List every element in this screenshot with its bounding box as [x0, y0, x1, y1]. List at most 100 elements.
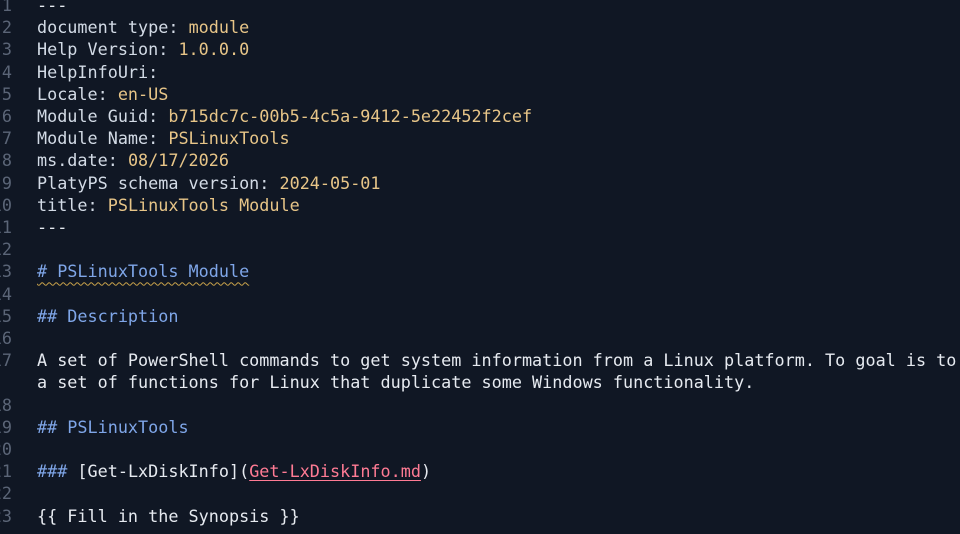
frontmatter-key: title:: [37, 194, 108, 215]
line-content[interactable]: HelpInfoUri:: [37, 61, 168, 83]
editor-line[interactable]: 15 ## Description: [0, 305, 960, 327]
line-number: 3: [0, 38, 12, 60]
line-number-text: 14: [0, 283, 12, 304]
line-number: 12: [0, 238, 12, 260]
line-number-text: 4: [1, 61, 12, 82]
line-number-text: 16: [0, 328, 12, 348]
editor-line[interactable]: 9 PlatyPS schema version: 2024-05-01: [0, 172, 960, 194]
code-text: a set of functions for Linux that duplic…: [37, 372, 755, 393]
line-number-text: 5: [1, 83, 12, 104]
markdown-heading: ## Description: [37, 305, 179, 326]
editor-line[interactable]: 6 Module Guid: b715dc7c-00b5-4c5a-9412-5e…: [0, 105, 960, 127]
line-number-text: 13: [0, 261, 12, 282]
frontmatter-key: Help Version:: [37, 39, 179, 60]
line-number-text: 9: [1, 172, 12, 193]
line-content[interactable]: document type: module: [37, 16, 249, 38]
code-text: ): [420, 461, 432, 482]
frontmatter-key: ms.date:: [37, 150, 128, 171]
editor-line[interactable]: 13 # PSLinuxTools Module: [0, 260, 960, 282]
code-text: [Get-LxDiskInfo](: [77, 461, 250, 482]
code-text: ---: [37, 0, 68, 15]
line-number-text: 6: [1, 106, 12, 126]
line-number-text: 10: [0, 194, 12, 215]
line-number: 10: [0, 194, 12, 216]
editor-line[interactable]: 7 Module Name: PSLinuxTools: [0, 127, 960, 149]
editor-line[interactable]: 17 A set of PowerShell commands to get sy…: [0, 349, 960, 371]
line-number-text: 18: [0, 394, 12, 415]
line-content[interactable]: a set of functions for Linux that duplic…: [37, 371, 754, 393]
frontmatter-value: 08/17/2026: [127, 150, 229, 171]
line-number: 6: [0, 105, 12, 127]
line-number-text: 2: [1, 17, 12, 38]
line-content[interactable]: ---: [37, 216, 67, 238]
line-number: 16: [0, 327, 12, 349]
editor-line[interactable]: 16: [0, 327, 960, 349]
editor-line[interactable]: 12: [0, 238, 960, 260]
editor-line[interactable]: 21 ### [Get-LxDiskInfo](Get-LxDiskInfo.md…: [0, 460, 960, 482]
line-content[interactable]: {{ Fill in the Synopsis }}: [37, 505, 300, 527]
line-content[interactable]: ---: [37, 0, 67, 16]
line-content[interactable]: Locale: en-US: [37, 83, 168, 105]
line-number-text: 12: [0, 239, 12, 260]
line-content[interactable]: Help Version: 1.0.0.0: [37, 38, 249, 60]
editor-line[interactable]: 1 ---: [0, 0, 960, 16]
markdown-link-url[interactable]: Get-LxDiskInfo.md: [249, 461, 421, 481]
frontmatter-value: PSLinuxTools: [168, 128, 290, 149]
frontmatter-value: PSLinuxTools Module: [107, 194, 300, 215]
line-content[interactable]: Module Guid: b715dc7c-00b5-4c5a-9412-5e2…: [37, 105, 532, 127]
line-content[interactable]: title: PSLinuxTools Module: [37, 194, 300, 216]
line-content[interactable]: Module Name: PSLinuxTools: [37, 127, 290, 149]
markdown-heading: ###: [37, 461, 78, 482]
line-number: 18: [0, 394, 12, 416]
line-content[interactable]: ## PSLinuxTools: [37, 416, 189, 438]
editor-line[interactable]: 5 Locale: en-US: [0, 83, 960, 105]
line-number-text: 7: [1, 128, 12, 149]
line-number-text: 23: [0, 505, 12, 526]
editor-line[interactable]: 23 {{ Fill in the Synopsis }}: [0, 505, 960, 527]
line-number-text: 3: [1, 39, 12, 60]
line-number: 2: [0, 16, 12, 38]
line-number: 14: [0, 283, 12, 305]
markdown-heading: ## PSLinuxTools: [37, 416, 189, 437]
markdown-editor[interactable]: 1 --- 2 document type: module 3 Help Version:…: [0, 0, 960, 534]
line-number-text: 19: [0, 416, 12, 437]
line-number: 7: [0, 127, 12, 149]
editor-line[interactable]: 4 HelpInfoUri:: [0, 61, 960, 83]
editor-line[interactable]: 2 document type: module: [0, 16, 960, 38]
editor-line[interactable]: 14: [0, 283, 960, 305]
line-number: 21: [0, 460, 12, 482]
frontmatter-value: 1.0.0.0: [178, 39, 250, 60]
line-number: 20: [0, 438, 12, 460]
line-number-text: 8: [1, 150, 12, 171]
line-number-text: 17: [0, 350, 12, 371]
line-content[interactable]: PlatyPS schema version: 2024-05-01: [37, 172, 381, 194]
frontmatter-key: PlatyPS schema version:: [37, 172, 280, 193]
frontmatter-key: document type:: [37, 17, 189, 38]
editor-line[interactable]: 18: [0, 394, 960, 416]
editor-line[interactable]: 20: [0, 438, 960, 460]
line-number-text: 15: [0, 305, 12, 326]
editor-line[interactable]: 19 ## PSLinuxTools: [0, 416, 960, 438]
editor-line[interactable]: 22: [0, 482, 960, 504]
line-number: 5: [0, 83, 12, 105]
code-text: ---: [37, 217, 68, 237]
frontmatter-key: Locale:: [37, 83, 118, 104]
line-content[interactable]: # PSLinuxTools Module: [37, 260, 249, 282]
line-content[interactable]: ### [Get-LxDiskInfo](Get-LxDiskInfo.md): [37, 460, 431, 482]
editor-line[interactable]: 10 title: PSLinuxTools Module: [0, 194, 960, 216]
editor-line[interactable]: 3 Help Version: 1.0.0.0: [0, 38, 960, 60]
code-text: A set of PowerShell commands to get syst…: [37, 350, 960, 371]
frontmatter-value: b715dc7c-00b5-4c5a-9412-5e22452f2cef: [168, 106, 533, 126]
line-number: 13: [0, 260, 12, 282]
line-number: 8: [0, 149, 12, 171]
editor-line[interactable]: a set of functions for Linux that duplic…: [0, 371, 960, 393]
line-content[interactable]: ms.date: 08/17/2026: [37, 149, 229, 171]
frontmatter-value: 2024-05-01: [279, 172, 381, 193]
line-number: 4: [0, 61, 12, 83]
line-content[interactable]: A set of PowerShell commands to get syst…: [37, 349, 960, 371]
line-number-text: 1: [1, 0, 12, 15]
frontmatter-key: Module Guid:: [37, 106, 169, 126]
editor-line[interactable]: 11 ---: [0, 216, 960, 238]
line-content[interactable]: ## Description: [37, 305, 178, 327]
editor-line[interactable]: 8 ms.date: 08/17/2026: [0, 149, 960, 171]
